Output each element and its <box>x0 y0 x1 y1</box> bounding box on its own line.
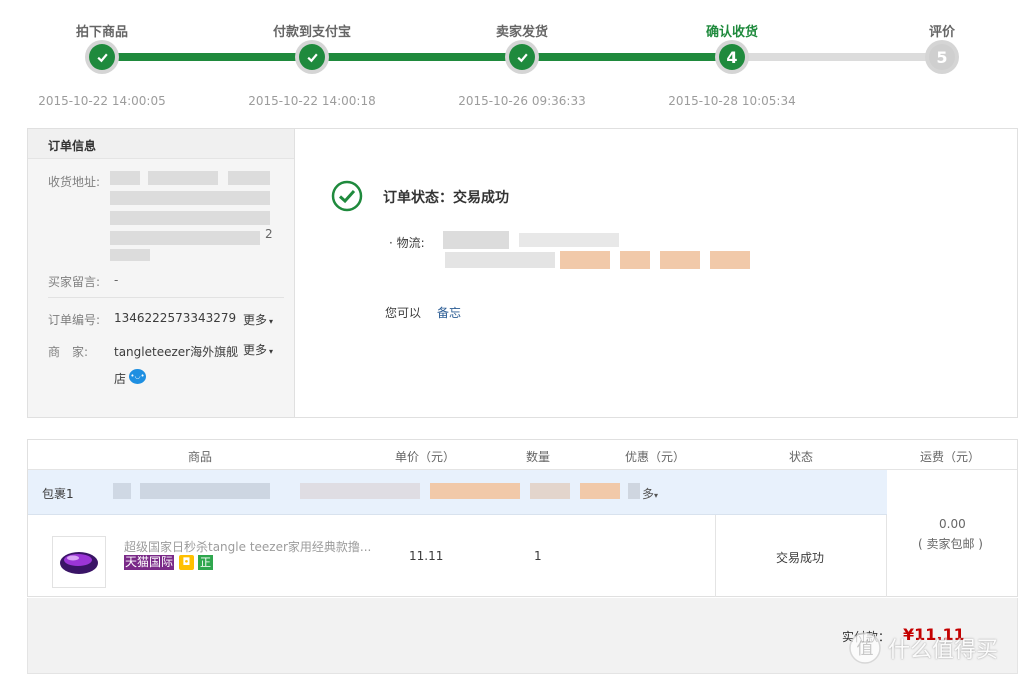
badge-guarantee-icon: ◘ <box>179 555 194 570</box>
check-icon <box>96 53 108 62</box>
order-number-label: 订单编号: <box>48 313 101 327</box>
step-label-4: 确认收货 <box>705 25 758 40</box>
merchant-name[interactable]: tangleteezer海外旗舰 <box>114 343 238 360</box>
address-tail: 2 <box>265 227 273 241</box>
chevron-down-icon: ▾ <box>269 317 274 326</box>
package-label: 包裹1 <box>42 487 74 501</box>
product-thumbnail[interactable] <box>52 536 106 588</box>
order-number: 1346222573343279 <box>114 311 237 325</box>
header-shipping: 运费（元） <box>920 450 981 464</box>
logistics-label: · 物流: <box>389 236 425 250</box>
step-time-2: 2015-10-22 14:00:18 <box>248 94 376 108</box>
order-info-panel: 订单信息 收货地址: 2 买家留言: - 订单编号: 1346222573343… <box>27 128 295 418</box>
buyer-message-label: 买家留言: <box>48 275 101 289</box>
step-node-4: 4 <box>715 40 749 74</box>
watermark-text: 什么值得买 <box>888 638 999 663</box>
merchant-label: 商 家: <box>48 345 89 359</box>
header-status: 状态 <box>789 450 814 464</box>
memo-link[interactable]: 备忘 <box>437 304 461 321</box>
chevron-down-icon: ▾ <box>654 491 659 500</box>
merchant-more-button[interactable]: 更多 ▾ <box>243 341 273 358</box>
step-time-1: 2015-10-22 14:00:05 <box>38 94 166 108</box>
header-unit-price: 单价（元） <box>395 450 456 464</box>
step-time-4: 2015-10-28 10:05:34 <box>668 94 796 108</box>
shipping-value: 0.00 <box>939 517 966 531</box>
shipping-cell <box>887 470 1017 597</box>
shipping-note: ( 卖家包邮 ) <box>918 537 983 551</box>
table-header <box>28 440 1017 470</box>
watermark: 值 什么值得买 <box>848 631 998 665</box>
progress-track-todo <box>732 53 942 61</box>
order-status-title: 订单状态：交易成功 <box>383 190 509 206</box>
badge-authentic: 正 <box>198 555 213 570</box>
header-discount: 优惠（元） <box>625 450 686 464</box>
order-status-panel: 订单状态：交易成功 · 物流: 您可以 备忘 <box>294 128 1018 418</box>
step-node-5: 5 <box>925 40 959 74</box>
step-label-2: 付款到支付宝 <box>272 25 351 40</box>
svg-text:值: 值 <box>857 639 874 659</box>
step-node-1 <box>85 40 119 74</box>
check-icon <box>306 53 318 62</box>
watermark-logo-icon: 值 <box>849 632 881 664</box>
badge-tmall-global: 天猫国际 <box>124 555 175 570</box>
header-product: 商品 <box>188 450 213 464</box>
step-time-3: 2015-10-26 09:36:33 <box>458 94 586 108</box>
product-name[interactable]: 超级国家日秒杀tangle teezer家用经典款撸... <box>124 538 371 555</box>
progress-track-done <box>102 53 732 61</box>
step-label-5: 评价 <box>928 25 955 40</box>
chevron-down-icon: ▾ <box>269 347 274 356</box>
step-node-3 <box>505 40 539 74</box>
address-label: 收货地址: <box>48 175 101 189</box>
merchant-name-line2: 店 <box>114 372 127 386</box>
order-items-table: 商品 单价（元） 数量 优惠（元） 状态 运费（元） 包裹1 多▾ 超级国家日秒… <box>27 439 1018 597</box>
order-info-title: 订单信息 <box>48 139 97 153</box>
check-icon <box>516 53 528 62</box>
hairbrush-image <box>60 552 98 574</box>
wangwang-chat-icon[interactable]: •◡• <box>129 369 146 384</box>
header-quantity: 数量 <box>526 450 551 464</box>
item-unit-price: 11.11 <box>409 549 444 563</box>
item-quantity: 1 <box>534 549 542 563</box>
order-number-more-button[interactable]: 更多 ▾ <box>243 311 273 328</box>
step-label-3: 卖家发货 <box>495 25 548 40</box>
step-label-1: 拍下商品 <box>75 25 128 40</box>
success-check-icon <box>331 180 363 212</box>
step-node-2 <box>295 40 329 74</box>
divider <box>48 297 284 298</box>
you-can-text: 您可以 <box>385 306 422 320</box>
item-status: 交易成功 <box>776 551 825 565</box>
buyer-message-value: - <box>114 273 119 287</box>
package-more-button[interactable]: 多▾ <box>642 485 658 502</box>
